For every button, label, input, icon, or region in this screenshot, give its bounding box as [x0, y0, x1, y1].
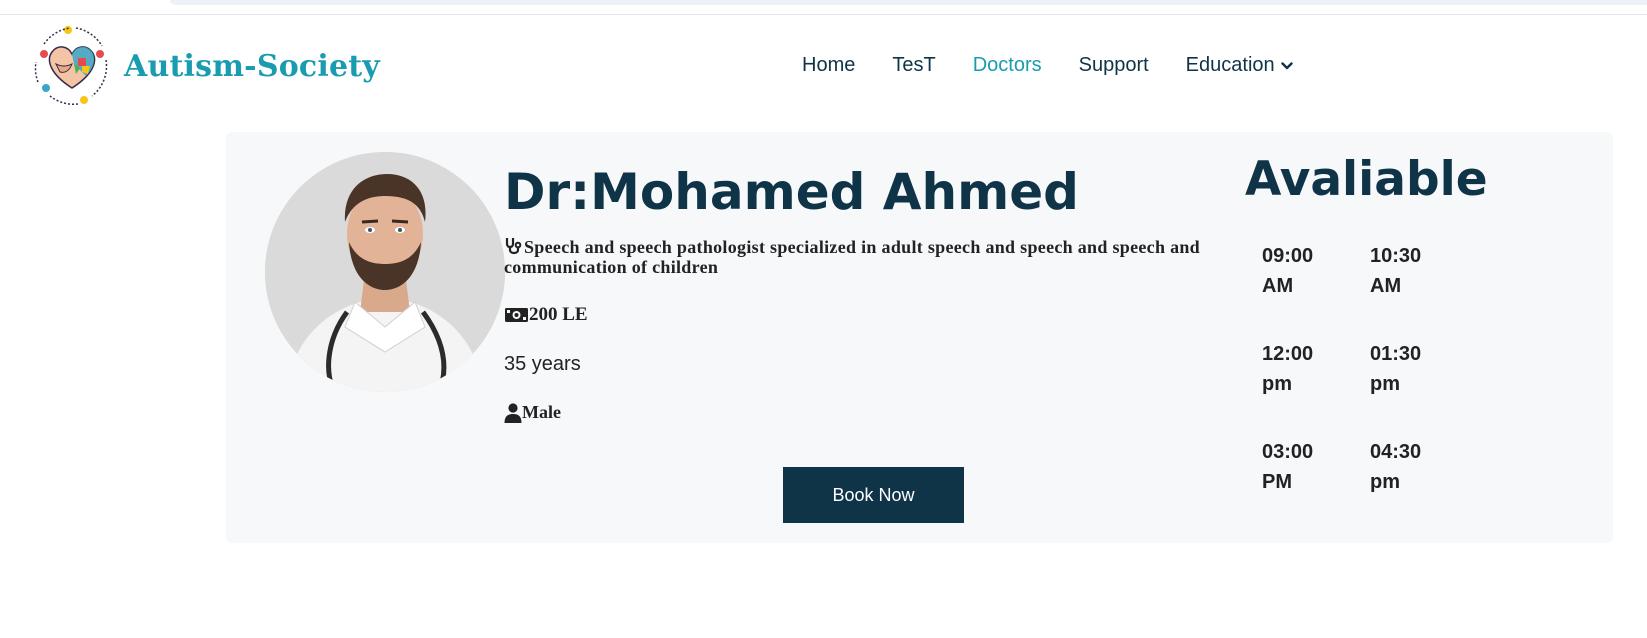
chevron-down-icon	[1280, 61, 1293, 69]
doctor-specialization: Speech and speech pathologist specialize…	[504, 236, 1214, 277]
nav-doctors-label: Doctors	[972, 54, 1042, 76]
nav-home[interactable]: Home	[802, 54, 855, 77]
doctor-info: Dr:Mohamed Ahmed Speech and speech patho…	[504, 162, 1214, 423]
time-slot[interactable]: 10:30 AM	[1370, 241, 1478, 301]
slot-time: 10:30	[1370, 245, 1422, 267]
doctor-name: Dr:Mohamed Ahmed	[504, 163, 1079, 221]
slot-period: PM	[1262, 471, 1292, 493]
nav-test[interactable]: TesT	[892, 54, 935, 77]
availability-slots: 09:00 AM 10:30 AM 12:00 pm 01:30 pm 03:00 PM …	[1262, 241, 1492, 497]
nav-education-label: Education	[1185, 54, 1275, 76]
time-slot[interactable]: 09:00 AM	[1262, 241, 1370, 301]
time-slot[interactable]: 01:30 pm	[1370, 339, 1478, 399]
slot-period: AM	[1370, 275, 1402, 297]
nav-home-label: Home	[802, 54, 856, 76]
slot-period: pm	[1262, 373, 1292, 395]
brand[interactable]: Autism-Society	[30, 24, 380, 108]
slot-time: 03:00	[1262, 441, 1314, 463]
main-nav: Home TesT Doctors Support Education	[802, 54, 1330, 77]
specialization-text: Speech and speech pathologist specialize…	[504, 237, 1200, 277]
slot-time: 12:00	[1262, 343, 1314, 365]
book-now-button[interactable]: Book Now	[783, 467, 964, 523]
slot-period: AM	[1262, 275, 1294, 297]
time-slot[interactable]: 12:00 pm	[1262, 339, 1370, 399]
browser-top-strip	[0, 0, 1647, 15]
doctor-price: 200 LE	[504, 304, 1214, 326]
doctor-photo	[265, 152, 505, 392]
doctor-age: 35 years	[504, 353, 581, 375]
slot-time: 04:30	[1370, 441, 1422, 463]
time-slot[interactable]: 04:30 pm	[1370, 437, 1478, 497]
doctor-avatar	[265, 152, 505, 392]
time-slot[interactable]: 03:00 PM	[1262, 437, 1370, 497]
user-icon	[504, 402, 522, 423]
price-text: 200 LE	[529, 304, 588, 325]
nav-doctors[interactable]: Doctors	[973, 54, 1042, 77]
slot-period: pm	[1370, 373, 1400, 395]
doctor-gender: Male	[504, 402, 1214, 423]
slot-time: 01:30	[1370, 343, 1422, 365]
nav-support[interactable]: Support	[1079, 54, 1149, 77]
top-bar-pill	[170, 0, 1647, 5]
brand-name: Autism-Society	[124, 48, 380, 84]
money-bill-icon	[505, 308, 528, 322]
heart-hands-puzzle-logo	[32, 26, 112, 106]
availability-title: Avaliable	[1245, 152, 1488, 207]
stethoscope-icon	[505, 238, 522, 255]
slot-period: pm	[1370, 471, 1400, 493]
nav-education[interactable]: Education	[1186, 54, 1293, 77]
nav-test-label: TesT	[892, 54, 936, 76]
gender-text: Male	[522, 402, 561, 422]
doctor-card: Dr:Mohamed Ahmed Speech and speech patho…	[226, 132, 1613, 543]
slot-time: 09:00	[1262, 245, 1314, 267]
nav-support-label: Support	[1078, 54, 1149, 76]
